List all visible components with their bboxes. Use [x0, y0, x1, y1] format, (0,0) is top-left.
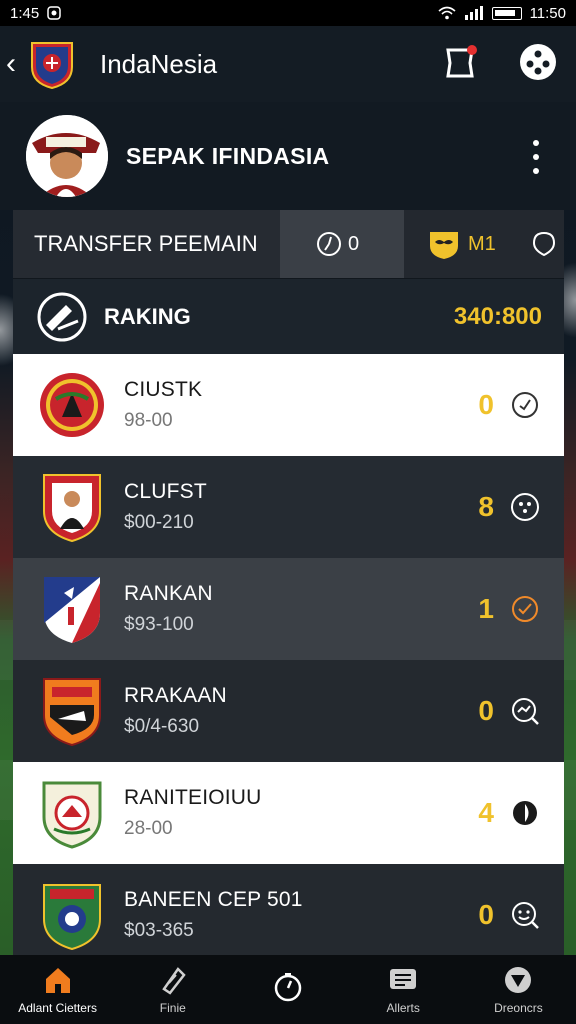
- club-price: $93-100: [124, 614, 194, 635]
- club-crest-icon: [42, 781, 102, 849]
- club-price: $00-210: [124, 512, 194, 533]
- nav-label: Allerts: [386, 1000, 420, 1015]
- club-count: 0: [478, 695, 494, 726]
- menu-button[interactable]: [518, 42, 558, 82]
- club-name: RRAKAAN: [124, 684, 227, 707]
- signal-icon: [464, 6, 483, 20]
- list-icon: [390, 968, 417, 989]
- club-name: CIUSTK: [124, 378, 203, 401]
- tab-time-value: 0: [348, 232, 360, 255]
- status-bar: 1:45 11:50: [0, 0, 576, 26]
- check-badge-icon[interactable]: [510, 594, 540, 624]
- club-price: $0/4-630: [124, 716, 200, 737]
- app-title: IndaNesia: [100, 48, 218, 79]
- nav-label: Adlant Cietters: [18, 1000, 97, 1015]
- club-crest-icon: [43, 884, 101, 951]
- dots-icon[interactable]: [510, 492, 540, 522]
- ranking-logo-icon: [37, 292, 87, 341]
- ranking-header: RAKING 340:800: [13, 278, 564, 354]
- club-name: CLUFST: [124, 480, 207, 503]
- mustache-badge-icon: [430, 232, 458, 259]
- dots-circle-icon: [520, 44, 556, 80]
- app-bar: ‹ IndaNesia: [0, 26, 576, 102]
- smile-icon[interactable]: [510, 900, 540, 930]
- clock-icon[interactable]: [510, 390, 540, 420]
- clock-icon: [317, 232, 341, 256]
- ranking-title: RAKING: [104, 303, 191, 329]
- list-item[interactable]: RRAKAAN $0/4-630 0: [13, 660, 564, 762]
- nav-item-dreoncrs[interactable]: Dreoncrs: [461, 955, 576, 1024]
- tab-transfer-label: TRANSFER PEEMAIN: [34, 231, 258, 256]
- club-price: $03-365: [124, 920, 194, 941]
- avatar[interactable]: [26, 115, 108, 197]
- profile-header: SEPAK IFINDASIA: [0, 102, 576, 210]
- notification-dot: [467, 45, 477, 55]
- status-time-left: 1:45: [10, 4, 40, 22]
- notification-icon: [47, 6, 61, 20]
- nav-item-finie[interactable]: Finie: [115, 955, 230, 1024]
- club-crest-icon: [43, 474, 101, 543]
- tab-m1[interactable]: M1: [404, 210, 564, 278]
- nav-item-timer[interactable]: [230, 955, 345, 1024]
- club-count: 0: [478, 389, 494, 420]
- list-item[interactable]: BANEEN CEP 501 $03-365 0: [13, 864, 564, 966]
- search-icon[interactable]: [510, 696, 540, 726]
- club-price: 28-00: [124, 818, 173, 839]
- tab-transfer[interactable]: TRANSFER PEEMAIN: [13, 210, 280, 278]
- pin-icon: [532, 231, 555, 257]
- list-item[interactable]: RANKAN $93-100 1: [13, 558, 564, 660]
- home-icon: [45, 967, 70, 993]
- shield-icon: [505, 966, 532, 993]
- battery-icon: [491, 6, 522, 20]
- club-count: 4: [478, 797, 494, 828]
- tabs-row: TRANSFER PEEMAIN 0 M1: [13, 210, 564, 278]
- content-panel: TRANSFER PEEMAIN 0 M1 RAKING 340:800 CIU…: [13, 210, 564, 966]
- avatar-image: [26, 115, 108, 197]
- tab-time[interactable]: 0: [280, 210, 404, 278]
- status-time-right: 11:50: [529, 4, 566, 22]
- nav-item-alerts[interactable]: Allerts: [346, 955, 461, 1024]
- bottom-navigation: Adlant Cietters Finie Allerts Dreoncrs: [0, 955, 576, 1024]
- list-item[interactable]: CLUFST $00-210 8: [13, 456, 564, 558]
- club-price: 98-00: [124, 410, 173, 431]
- list-item[interactable]: RANITEIOIUU 28-00 4: [13, 762, 564, 864]
- more-options-button[interactable]: [526, 140, 546, 174]
- half-circle-icon[interactable]: [510, 798, 540, 828]
- nav-label: Dreoncrs: [494, 1000, 543, 1015]
- club-crest-icon: [43, 678, 101, 747]
- club-name: BANEEN CEP 501: [124, 888, 303, 911]
- timer-icon: [274, 972, 302, 1001]
- club-name: RANKAN: [124, 582, 213, 605]
- club-name: RANITEIOIUU: [124, 786, 262, 809]
- tab-m1-label: M1: [468, 232, 496, 255]
- club-crest-icon: [40, 373, 104, 437]
- profile-name: SEPAK IFINDASIA: [126, 142, 330, 169]
- nav-label: Finie: [159, 1000, 186, 1015]
- bookmark-button[interactable]: [440, 42, 480, 82]
- club-count: 8: [478, 491, 494, 522]
- list-item[interactable]: CIUSTK 98-00 0: [13, 354, 564, 456]
- wifi-icon: [438, 6, 456, 20]
- tag-icon: [162, 966, 186, 995]
- club-crest-icon: [44, 577, 100, 643]
- club-count: 1: [478, 593, 494, 624]
- ranking-score: 340:800: [453, 302, 542, 330]
- back-button[interactable]: ‹: [0, 47, 22, 81]
- team-crest-icon: [31, 42, 73, 89]
- nav-item-home[interactable]: Adlant Cietters: [0, 955, 115, 1024]
- club-count: 0: [478, 899, 494, 930]
